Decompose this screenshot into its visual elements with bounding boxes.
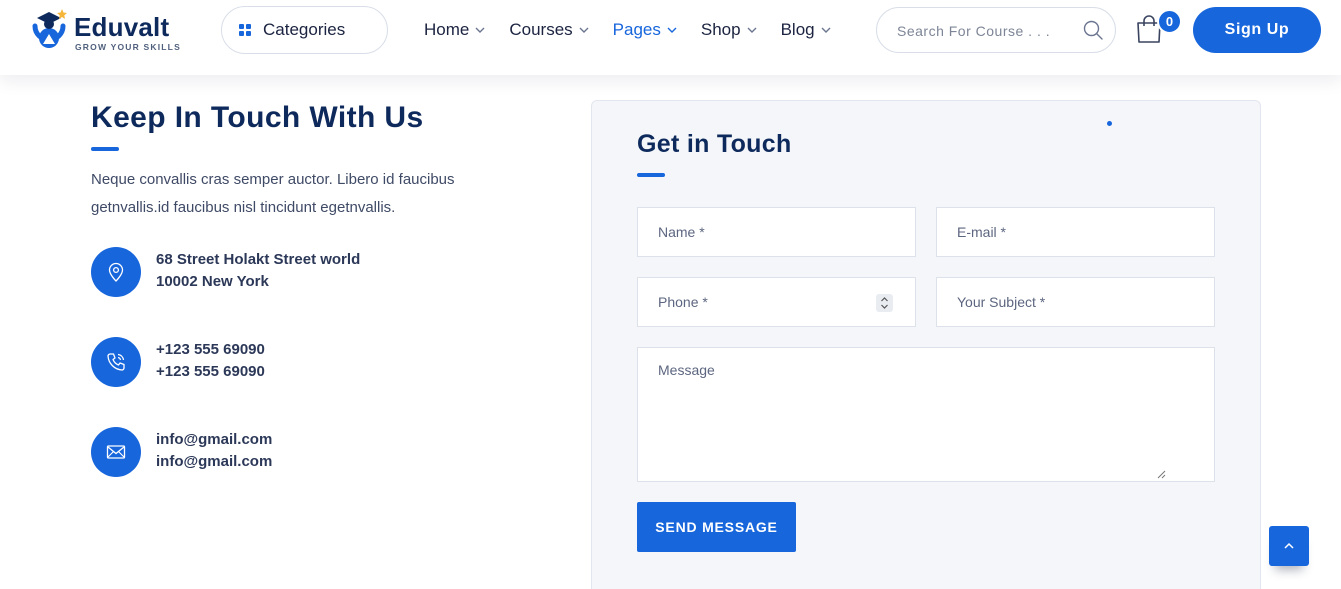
contact-title: Keep In Touch With Us xyxy=(91,101,424,134)
email-field[interactable] xyxy=(936,207,1215,257)
grid-icon xyxy=(239,24,251,36)
address-icon-circle xyxy=(91,247,141,297)
nav-item-blog[interactable]: Blog xyxy=(781,20,831,40)
chevron-down-icon xyxy=(821,27,831,33)
logo-name: Eduvalt xyxy=(74,12,170,42)
message-field[interactable] xyxy=(637,347,1215,482)
phone-field[interactable] xyxy=(637,277,916,327)
sign-up-button[interactable]: Sign Up xyxy=(1193,7,1321,53)
phone-icon-circle xyxy=(91,337,141,387)
cart-count-badge: 0 xyxy=(1157,9,1182,34)
email-lines: info@gmail.com info@gmail.com xyxy=(156,429,272,473)
address-lines: 68 Street Holakt Street world 10002 New … xyxy=(156,249,360,293)
nav-item-shop[interactable]: Shop xyxy=(701,20,757,40)
phone-icon xyxy=(107,353,125,371)
contact-form-card: Get in Touch SEND MESSAGE xyxy=(591,100,1261,589)
email-line-1: info@gmail.com xyxy=(156,431,273,448)
number-stepper[interactable] xyxy=(876,294,893,312)
chevron-down-icon xyxy=(475,27,485,33)
nav-label: Courses xyxy=(509,20,573,39)
categories-button[interactable]: Categories xyxy=(221,6,388,54)
course-search xyxy=(876,7,1116,53)
scroll-to-top-button[interactable] xyxy=(1269,526,1309,566)
logo-tagline: GROW YOUR SKILLS xyxy=(75,42,181,52)
chevron-down-icon xyxy=(747,27,757,33)
name-field[interactable] xyxy=(637,207,916,257)
nav-label: Home xyxy=(424,20,470,39)
form-title: Get in Touch xyxy=(637,130,792,158)
nav-item-courses[interactable]: Courses xyxy=(509,20,589,40)
contact-description: Neque convallis cras semper auctor. Libe… xyxy=(91,171,455,216)
address-line-2: 10002 New York xyxy=(156,273,269,290)
main-nav: Home Courses Pages Shop Blog xyxy=(424,16,855,44)
site-header: Eduvalt GROW YOUR SKILLS Categories Home… xyxy=(0,0,1341,75)
nav-label: Pages xyxy=(612,20,661,39)
stepper-arrows-icon xyxy=(881,297,888,309)
chevron-down-icon xyxy=(579,27,589,33)
logo-mark-icon xyxy=(32,9,67,48)
form-title-underline xyxy=(637,173,665,177)
chevron-down-icon xyxy=(667,27,677,33)
subject-field[interactable] xyxy=(936,277,1215,327)
chevron-up-icon xyxy=(1284,542,1294,549)
email-icon-circle xyxy=(91,427,141,477)
address-line-1: 68 Street Holakt Street world xyxy=(156,251,361,268)
phone-line-1: +123 555 69090 xyxy=(156,341,265,358)
nav-label: Shop xyxy=(700,20,741,39)
resize-grip-icon[interactable] xyxy=(1156,469,1166,479)
logo[interactable]: Eduvalt GROW YOUR SKILLS xyxy=(29,8,199,58)
decorative-dot xyxy=(1107,121,1112,126)
send-message-button[interactable]: SEND MESSAGE xyxy=(637,502,796,552)
phone-lines: +123 555 69090 +123 555 69090 xyxy=(156,339,265,383)
nav-item-home[interactable]: Home xyxy=(424,20,485,40)
nav-item-pages[interactable]: Pages xyxy=(613,20,677,40)
mail-icon xyxy=(106,445,126,459)
phone-line-2: +123 555 69090 xyxy=(156,363,265,380)
categories-label: Categories xyxy=(263,20,346,39)
map-pin-icon xyxy=(108,262,124,282)
title-underline xyxy=(91,147,119,151)
search-input[interactable] xyxy=(897,18,1077,44)
email-line-2: info@gmail.com xyxy=(156,453,273,470)
nav-label: Blog xyxy=(780,20,815,39)
search-icon[interactable] xyxy=(1083,20,1103,40)
